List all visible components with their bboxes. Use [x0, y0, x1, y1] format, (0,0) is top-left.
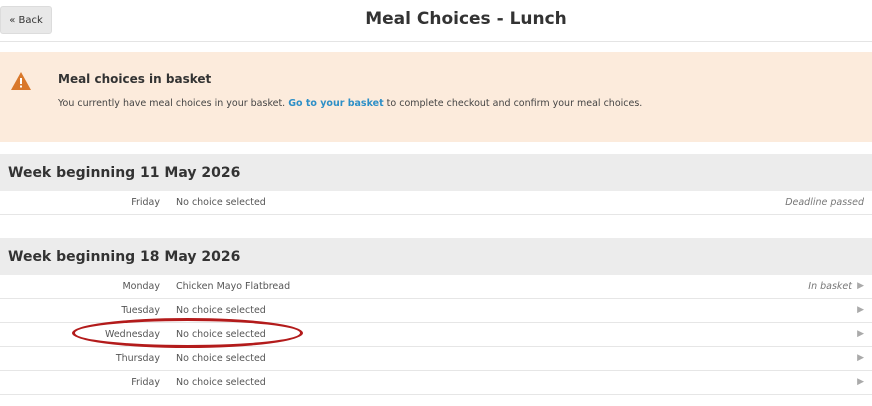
chevron-right-icon[interactable]: ▶ [857, 305, 864, 315]
warning-icon [11, 72, 31, 90]
day-row-wednesday[interactable]: Wednesday No choice selected ▶ [0, 323, 872, 347]
week-header: Week beginning 18 May 2026 [0, 238, 872, 275]
chevron-right-icon[interactable]: ▶ [857, 281, 864, 291]
chevron-right-icon[interactable]: ▶ [857, 353, 864, 363]
day-label: Tuesday [121, 305, 160, 316]
meal-choice: No choice selected [176, 305, 266, 316]
day-row-tuesday[interactable]: Tuesday No choice selected ▶ [0, 299, 872, 323]
alert-text: You currently have meal choices in your … [58, 98, 642, 109]
day-row-monday[interactable]: Monday Chicken Mayo Flatbread In basket … [0, 275, 872, 299]
day-label: Thursday [115, 353, 160, 364]
meal-choice: No choice selected [176, 197, 266, 208]
day-row-friday[interactable]: Friday No choice selected ▶ [0, 371, 872, 395]
day-label: Friday [131, 197, 160, 208]
alert-text-after: to complete checkout and confirm your me… [386, 98, 643, 109]
day-label: Monday [122, 281, 160, 292]
go-to-basket-link[interactable]: Go to your basket [288, 98, 383, 109]
day-label: Friday [131, 377, 160, 388]
chevron-right-icon[interactable]: ▶ [857, 329, 864, 339]
page-title: Meal Choices - Lunch [365, 9, 567, 29]
meal-choice: No choice selected [176, 377, 266, 388]
day-row-thursday[interactable]: Thursday No choice selected ▶ [0, 347, 872, 371]
week-header: Week beginning 11 May 2026 [0, 154, 872, 191]
day-label: Wednesday [104, 329, 160, 340]
status-text: In basket [808, 281, 852, 292]
basket-alert: Meal choices in basket You currently hav… [0, 52, 872, 142]
meal-choice: No choice selected [176, 329, 266, 340]
meal-choice: No choice selected [176, 353, 266, 364]
meal-choice: Chicken Mayo Flatbread [176, 281, 291, 292]
alert-text-before: You currently have meal choices in your … [58, 98, 286, 109]
page-header: « Back Meal Choices - Lunch [0, 0, 872, 42]
alert-title: Meal choices in basket [58, 72, 212, 86]
day-row-friday-week1: Friday No choice selected Deadline passe… [0, 191, 872, 215]
status-text: Deadline passed [785, 197, 864, 208]
chevron-right-icon[interactable]: ▶ [857, 377, 864, 387]
